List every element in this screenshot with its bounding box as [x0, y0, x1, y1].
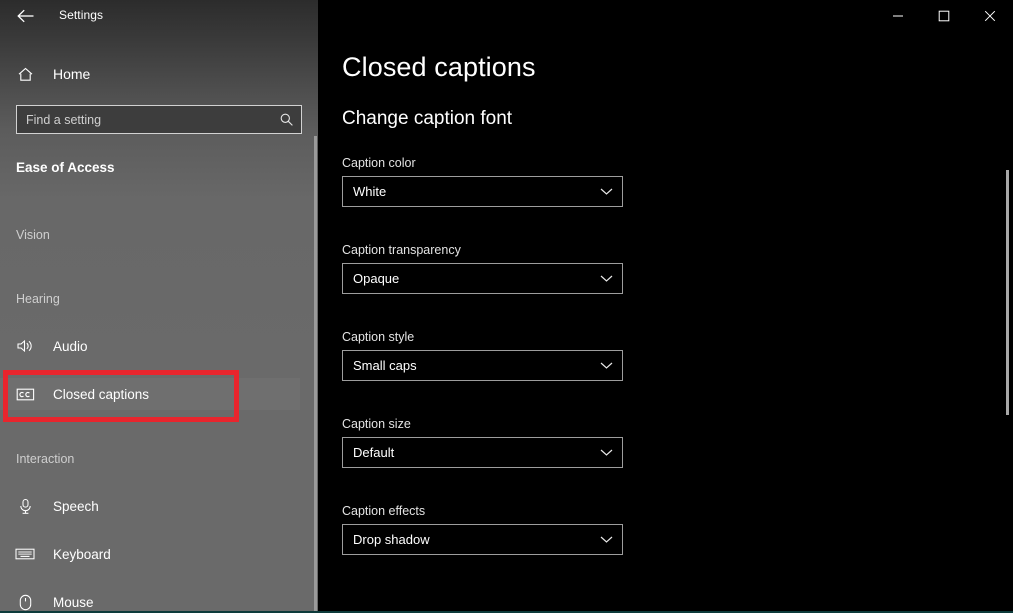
- sidebar: Settings Home Ease of Access Vision He: [0, 0, 318, 613]
- sidebar-item-speech-label: Speech: [53, 498, 99, 514]
- caption-size-dropdown[interactable]: Default: [342, 437, 623, 468]
- app-title: Settings: [59, 8, 104, 22]
- main-content: Closed captions Change caption font Capt…: [318, 0, 1013, 613]
- field-caption-color: Caption color White: [342, 156, 623, 207]
- chevron-down-icon: [590, 361, 622, 370]
- sidebar-item-audio[interactable]: Audio: [0, 330, 300, 362]
- field-caption-style-label: Caption style: [342, 330, 415, 344]
- sidebar-item-keyboard-label: Keyboard: [53, 546, 111, 562]
- section-title: Change caption font: [342, 108, 513, 129]
- field-caption-color-label: Caption color: [342, 156, 416, 170]
- sidebar-titlebar: Settings: [0, 0, 318, 32]
- caption-style-value: Small caps: [353, 358, 417, 373]
- search-icon[interactable]: [271, 112, 301, 127]
- field-caption-transparency: Caption transparency Opaque: [342, 243, 623, 294]
- search-input[interactable]: [17, 111, 271, 128]
- minimize-icon[interactable]: [875, 0, 921, 32]
- sidebar-category-title: Ease of Access: [16, 160, 115, 175]
- chevron-down-icon: [590, 274, 622, 283]
- caption-color-value: White: [353, 184, 387, 199]
- caption-transparency-value: Opaque: [353, 271, 400, 286]
- window-controls: [875, 0, 1013, 32]
- field-caption-size: Caption size Default: [342, 417, 623, 468]
- closed-caption-icon: [6, 387, 44, 402]
- speaker-icon: [6, 338, 44, 354]
- sidebar-group-interaction: Interaction: [16, 452, 75, 466]
- caption-color-dropdown[interactable]: White: [342, 176, 623, 207]
- field-caption-transparency-label: Caption transparency: [342, 243, 461, 257]
- caption-style-dropdown[interactable]: Small caps: [342, 350, 623, 381]
- sidebar-item-mouse-label: Mouse: [53, 594, 94, 610]
- sidebar-item-speech[interactable]: Speech: [0, 490, 300, 522]
- sidebar-item-home-label: Home: [53, 66, 91, 82]
- settings-window: Settings Home Ease of Access Vision He: [0, 0, 1013, 613]
- field-caption-style: Caption style Small caps: [342, 330, 623, 381]
- chevron-down-icon: [590, 187, 622, 196]
- sidebar-group-hearing: Hearing: [16, 292, 60, 306]
- field-caption-effects-label: Caption effects: [342, 504, 426, 518]
- sidebar-item-keyboard[interactable]: Keyboard: [0, 538, 300, 570]
- main-scrollbar-thumb[interactable]: [1006, 170, 1009, 415]
- chevron-down-icon: [590, 448, 622, 457]
- sidebar-item-home[interactable]: Home: [0, 60, 300, 88]
- field-caption-size-label: Caption size: [342, 417, 411, 431]
- sidebar-scrollbar-thumb[interactable]: [314, 136, 317, 613]
- sidebar-item-closed-captions-label: Closed captions: [53, 386, 150, 402]
- sidebar-group-vision: Vision: [16, 228, 50, 242]
- mouse-icon: [6, 594, 44, 611]
- page-title: Closed captions: [342, 52, 536, 82]
- field-caption-effects: Caption effects Drop shadow: [342, 504, 623, 555]
- sidebar-item-audio-label: Audio: [53, 338, 88, 354]
- maximize-icon[interactable]: [921, 0, 967, 32]
- caption-transparency-dropdown[interactable]: Opaque: [342, 263, 623, 294]
- back-arrow-icon[interactable]: [12, 5, 40, 27]
- keyboard-icon: [6, 547, 44, 561]
- close-icon[interactable]: [967, 0, 1013, 32]
- caption-size-value: Default: [353, 445, 395, 460]
- home-icon: [6, 66, 44, 83]
- chevron-down-icon: [590, 535, 622, 544]
- caption-effects-dropdown[interactable]: Drop shadow: [342, 524, 623, 555]
- search-box[interactable]: [16, 105, 302, 134]
- sidebar-item-mouse[interactable]: Mouse: [0, 586, 300, 613]
- microphone-icon: [6, 498, 44, 515]
- sidebar-item-closed-captions[interactable]: Closed captions: [0, 378, 300, 410]
- caption-effects-value: Drop shadow: [353, 532, 430, 547]
